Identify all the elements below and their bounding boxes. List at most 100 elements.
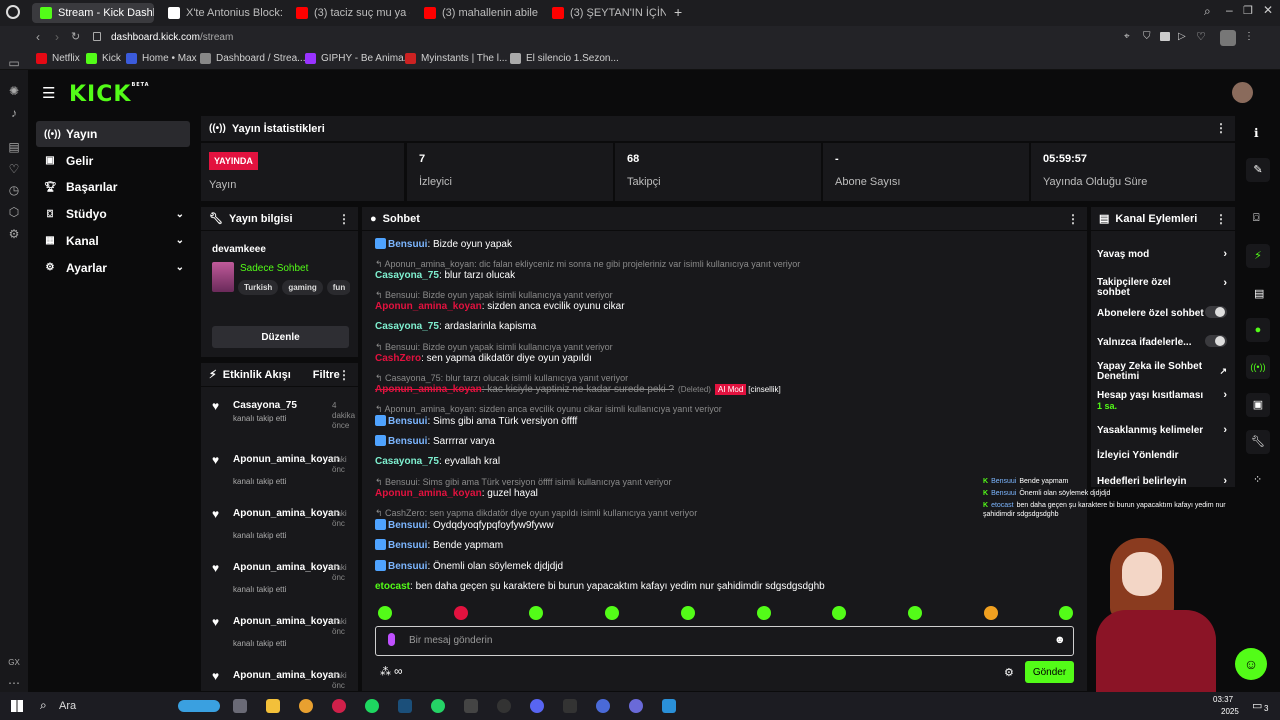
chat-username[interactable]: Casayona_75 (375, 270, 439, 281)
reply-context[interactable]: ↰ Casayona_75: blur tarzı olucak isimli … (375, 373, 628, 384)
minimize-icon[interactable]: – (1226, 3, 1233, 17)
chrome-icon[interactable] (299, 699, 313, 713)
file-explorer-icon[interactable] (266, 699, 280, 713)
task-view-icon[interactable] (233, 699, 247, 713)
channel-action-item[interactable]: Takipçilere özel sohbet › (1097, 277, 1227, 298)
chat-username[interactable]: Casayona_75 (375, 321, 439, 332)
kick-logo[interactable]: KICKBETA (69, 82, 150, 107)
bookmark-item[interactable]: Home • Max (126, 53, 197, 64)
sidebar-item-1[interactable]: ((•)) Yayın (36, 121, 190, 147)
browser-tab[interactable]: (3) ŞEYTAN'IN İÇİNE GİRE (544, 3, 666, 23)
reply-context[interactable]: ↰ Aponun_amina_koyan: sizden anca evcili… (375, 404, 722, 415)
chat-username[interactable]: CashZero (375, 353, 421, 364)
windows-start-icon[interactable] (11, 700, 23, 712)
chat-username[interactable]: Aponun_amina_koyan (375, 384, 482, 395)
bookmark-item[interactable]: Dashboard / Strea... (200, 53, 306, 64)
chat-message[interactable]: etocast: ben daha geçen şu karaktere bi … (375, 581, 825, 592)
bookmark-item[interactable]: Myinstants | The l... (405, 53, 507, 64)
reply-context[interactable]: ↰ Bensuui: Bizde oyun yapak isimli kulla… (375, 290, 613, 301)
reply-context[interactable]: ↰ Bensuui: Sims gibi ama Türk versiyon ö… (375, 477, 672, 488)
spotify-icon[interactable] (365, 699, 379, 713)
activity-user[interactable]: Aponun_amina_koyan (233, 670, 340, 681)
chat-message[interactable]: Aponun_amina_koyan: sizden anca evcilik … (375, 301, 625, 312)
bookmark-item[interactable]: GIPHY - Be Anima... (305, 53, 412, 64)
opera-gx-icon[interactable] (332, 699, 346, 713)
emote-icon[interactable] (983, 606, 998, 620)
wallet-ext-icon[interactable] (1160, 32, 1170, 41)
epic-games-icon[interactable] (464, 699, 478, 713)
stats-more-icon[interactable]: ⋮ (1215, 121, 1227, 135)
toggle-switch[interactable] (1205, 335, 1227, 347)
chat-message[interactable]: Bensuui: Bizde oyun yapak (375, 238, 512, 250)
chat-username[interactable]: Aponun_amina_koyan (375, 301, 482, 312)
history-icon[interactable]: ◷ (7, 183, 21, 197)
filter-button[interactable]: Filtre (313, 369, 340, 381)
browser-tab[interactable]: X'te Antonius Block: "@p (160, 3, 282, 23)
chat-username[interactable]: Bensuui (388, 561, 427, 572)
wrench-rail-icon[interactable]: 🔧︎ (1246, 430, 1270, 454)
stream-tag[interactable]: gaming (282, 280, 323, 295)
help-chat-button[interactable]: ☺ (1235, 648, 1267, 680)
send-button[interactable]: Gönder (1025, 661, 1074, 683)
reload-icon[interactable]: ↻ (71, 30, 80, 43)
chat-message[interactable]: Bensuui: Sims gibi ama Türk versiyon öff… (375, 415, 577, 427)
chat-input-box[interactable]: Bir mesaj gönderin ☻ (375, 626, 1074, 656)
sidebar-item-6[interactable]: ⚙ Ayarlar ⌄ (36, 255, 190, 281)
bookmark-item[interactable]: Kick (86, 53, 121, 64)
channel-actions-more-icon[interactable]: ⋮ (1215, 212, 1227, 226)
chat-message[interactable]: Bensuui: Bende yapmam (375, 539, 503, 551)
chat-message[interactable]: Casayona_75: blur tarzı olucak (375, 270, 515, 281)
emote-icon[interactable] (453, 606, 468, 620)
layout-rail-icon[interactable]: ▣ (1246, 393, 1270, 417)
chat-settings-icon[interactable]: ⚙ (1004, 666, 1014, 679)
profile-avatar-icon[interactable] (1220, 30, 1236, 46)
activity-user[interactable]: Casayona_75 (233, 400, 329, 411)
sidebar-item-3[interactable]: 🏆︎ Başarılar (36, 174, 190, 200)
channel-action-item[interactable]: Yasaklanmış kelimeler › (1097, 424, 1227, 436)
extensions-icon[interactable]: ⋮ (1244, 31, 1254, 42)
reply-context[interactable]: ↰ Bensuui: Bizde oyun yapak isimli kulla… (375, 342, 613, 353)
sidebar-item-2[interactable]: ▣ Gelir (36, 148, 190, 174)
stream-tag[interactable]: Turkish (238, 280, 279, 295)
app-icon-4[interactable] (662, 699, 676, 713)
camera-icon[interactable]: ⌼ (1253, 212, 1260, 225)
user-avatar[interactable] (1232, 82, 1253, 103)
chat-message[interactable]: Aponun_amina_koyan: guzel hayal (375, 488, 538, 499)
chat-message[interactable]: Casayona_75: ardaslarinla kapisma (375, 321, 536, 332)
microphone-icon[interactable] (388, 633, 395, 646)
menu-icon[interactable]: ☰ (42, 84, 55, 102)
chat-username[interactable]: Aponun_amina_koyan (375, 488, 482, 499)
sidebar-item-5[interactable]: ▦ Kanal ⌄ (36, 228, 190, 254)
maximize-icon[interactable]: ❐ (1243, 4, 1253, 17)
whatsapp-icon[interactable] (431, 699, 445, 713)
toggle-switch[interactable] (1205, 306, 1227, 318)
channel-action-item[interactable]: Abonelere özel sohbet (1097, 306, 1227, 319)
chat-username[interactable]: etocast (375, 581, 410, 592)
broadcast-rail-icon[interactable]: ((•)) (1246, 355, 1270, 379)
taskbar-search-text[interactable]: Ara (59, 700, 76, 712)
search-tabs-icon[interactable]: ⌕ (1204, 4, 1211, 19)
emoji-icon[interactable]: ☻ (1054, 634, 1066, 646)
activity-user[interactable]: Aponun_amina_koyan (233, 454, 340, 465)
wallet-icon[interactable]: ▤ (7, 140, 21, 154)
back-icon[interactable]: ‹ (36, 30, 40, 44)
notification-icon[interactable]: ▭ (1252, 699, 1262, 712)
channel-action-item[interactable]: Yalnızca ifadelerle... (1097, 335, 1227, 348)
more-icon[interactable]: ⋯ (7, 676, 21, 690)
chat-username[interactable]: Bensuui (388, 540, 427, 551)
download-icon[interactable]: ▷ (1178, 31, 1186, 42)
chat-more-icon[interactable]: ⋮ (1067, 212, 1079, 226)
browser-logo-icon[interactable] (6, 5, 20, 19)
emote-icon[interactable] (680, 606, 695, 620)
bookmark-item[interactable]: El silencio 1.Sezon... (510, 53, 619, 64)
activity-user[interactable]: Aponun_amina_koyan (233, 616, 340, 627)
chat-message[interactable]: Casayona_75: eyvallah kral (375, 456, 500, 467)
bookmark-icon[interactable]: ⌖ (1124, 31, 1130, 42)
new-tab-icon[interactable]: + (674, 4, 682, 20)
document-icon[interactable]: ▤ (1254, 287, 1264, 300)
chat-username[interactable]: Bensuui (388, 436, 427, 447)
category-name[interactable]: Sadece Sohbet (240, 263, 308, 274)
chat-message[interactable]: Bensuui: Önemli olan söylemek djdjdjd (375, 560, 563, 572)
chat-users-icon[interactable]: ⁂ (380, 665, 391, 678)
steam-icon[interactable] (398, 699, 412, 713)
